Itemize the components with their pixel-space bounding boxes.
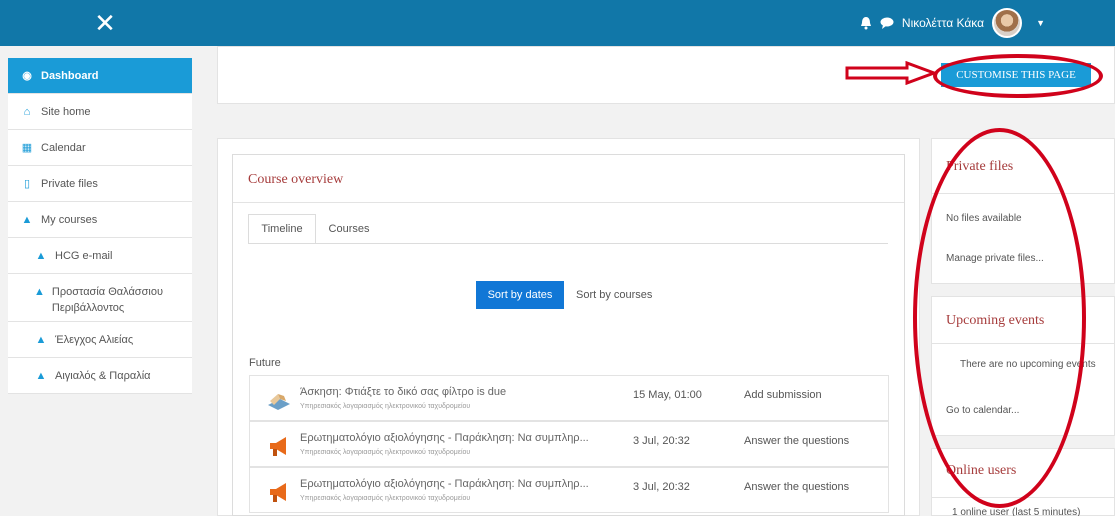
tab-timeline[interactable]: Timeline	[248, 214, 316, 244]
graduation-cap-icon: ▲	[35, 249, 47, 262]
sidebar-item-private-files[interactable]: ▯ Private files	[8, 166, 192, 202]
dashboard-icon: ◉	[22, 70, 32, 82]
top-navbar: ✕ Νικολέττα Κάκα ▼	[0, 0, 1115, 46]
sidebar-item-label: HCG e-mail	[55, 249, 113, 262]
sidebar-item-marine-protection[interactable]: ▲ Προστασία Θαλάσσιου Περιβάλλοντος	[8, 274, 192, 322]
sidebar-item-label: Αιγιαλός & Παραλία	[55, 369, 151, 382]
graduation-cap-icon: ▲	[35, 333, 47, 346]
sort-by-courses-button[interactable]: Sort by courses	[576, 281, 656, 309]
empty-text: No files available	[946, 213, 1022, 224]
event-action-link[interactable]: Add submission	[744, 389, 822, 401]
event-name-link[interactable]: Άσκηση: Φτιάξτε το δικό σας φίλτρο is du…	[300, 386, 506, 398]
event-date: 3 Jul, 20:32	[633, 481, 690, 493]
list-item: Ερωτηματολόγιο αξιολόγησης - Παράκληση: …	[249, 421, 889, 467]
event-name-link[interactable]: Ερωτηματολόγιο αξιολόγησης - Παράκληση: …	[300, 432, 589, 444]
event-course: Υπηρεσιακός λογαριασμός ηλεκτρονικού ταχ…	[300, 495, 471, 502]
sidebar-item-hcg-email[interactable]: ▲ HCG e-mail	[8, 238, 192, 274]
upcoming-events-block: Upcoming events There are no upcoming ev…	[931, 296, 1115, 436]
assignment-icon	[268, 394, 290, 410]
tab-courses[interactable]: Courses	[318, 214, 380, 244]
tab-divider	[248, 243, 888, 244]
sidebar-item-dashboard[interactable]: ◉ Dashboard	[8, 58, 192, 94]
event-course: Υπηρεσιακός λογαριασμός ηλεκτρονικού ταχ…	[300, 449, 471, 456]
divider	[932, 343, 1115, 344]
customise-page-button[interactable]: CUSTOMISE THIS PAGE	[941, 63, 1091, 87]
block-title: Private files	[946, 159, 1014, 174]
bell-icon[interactable]	[860, 16, 872, 30]
chat-icon[interactable]	[880, 17, 894, 29]
divider	[932, 497, 1115, 498]
event-date: 3 Jul, 20:32	[633, 435, 690, 447]
empty-text: There are no upcoming events	[960, 359, 1096, 370]
private-files-block: Private files No files available Manage …	[931, 138, 1115, 284]
event-action-link[interactable]: Answer the questions	[744, 481, 849, 493]
sidebar-item-coast-beach[interactable]: ▲ Αιγιαλός & Παραλία	[8, 358, 192, 394]
list-item: Άσκηση: Φτιάξτε το δικό σας φίλτρο is du…	[249, 375, 889, 421]
sidebar: ◉ Dashboard ⌂ Site home ▦ Calendar ▯ Pri…	[8, 58, 192, 394]
sidebar-item-label: My courses	[41, 213, 98, 226]
sidebar-item-fisheries-control[interactable]: ▲ Έλεγχος Αλιείας	[8, 322, 192, 358]
megaphone-icon	[270, 437, 286, 456]
sort-by-dates-button[interactable]: Sort by dates	[476, 281, 564, 309]
user-menu: Νικολέττα Κάκα ▼	[860, 0, 1045, 46]
user-name[interactable]: Νικολέττα Κάκα	[902, 16, 984, 30]
online-users-block: Online users 1 online user (last 5 minut…	[931, 448, 1115, 516]
close-icon[interactable]: ✕	[90, 8, 120, 38]
event-name-link[interactable]: Ερωτηματολόγιο αξιολόγησης - Παράκληση: …	[300, 478, 589, 490]
go-to-calendar-link[interactable]: Go to calendar...	[946, 403, 1019, 418]
sidebar-item-calendar[interactable]: ▦ Calendar	[8, 130, 192, 166]
graduation-cap-icon: ▲	[34, 286, 45, 298]
course-overview-title: Course overview	[248, 172, 344, 187]
block-title: Online users	[946, 463, 1017, 478]
graduation-cap-icon: ▲	[35, 369, 47, 382]
graduation-cap-icon: ▲	[21, 213, 33, 226]
sidebar-item-label: Dashboard	[41, 69, 99, 82]
online-users-summary: 1 online user (last 5 minutes)	[952, 507, 1081, 516]
divider	[932, 193, 1115, 194]
sidebar-item-label: Έλεγχος Αλιείας	[55, 333, 134, 346]
sidebar-item-site-home[interactable]: ⌂ Site home	[8, 94, 192, 130]
sidebar-item-label: Private files	[41, 177, 98, 190]
event-action-link[interactable]: Answer the questions	[744, 435, 849, 447]
file-icon: ▯	[23, 178, 31, 190]
calendar-icon: ▦	[21, 142, 33, 154]
home-icon: ⌂	[23, 105, 31, 118]
sidebar-item-label: Site home	[41, 105, 91, 118]
sidebar-item-my-courses[interactable]: ▲ My courses	[8, 202, 192, 238]
avatar[interactable]	[992, 8, 1023, 38]
event-course: Υπηρεσιακός λογαριασμός ηλεκτρονικού ταχ…	[300, 403, 471, 410]
sidebar-item-label: Calendar	[41, 141, 86, 154]
manage-private-files-link[interactable]: Manage private files...	[946, 251, 1044, 266]
megaphone-icon	[270, 483, 286, 502]
block-title: Upcoming events	[946, 313, 1045, 328]
sidebar-item-label: Προστασία Θαλάσσιου Περιβάλλοντος	[51, 286, 163, 314]
divider	[233, 202, 904, 203]
event-date: 15 May, 01:00	[633, 389, 702, 401]
section-label: Future	[249, 357, 281, 369]
list-item: Ερωτηματολόγιο αξιολόγησης - Παράκληση: …	[249, 467, 889, 513]
chevron-down-icon[interactable]: ▼	[1036, 18, 1045, 28]
